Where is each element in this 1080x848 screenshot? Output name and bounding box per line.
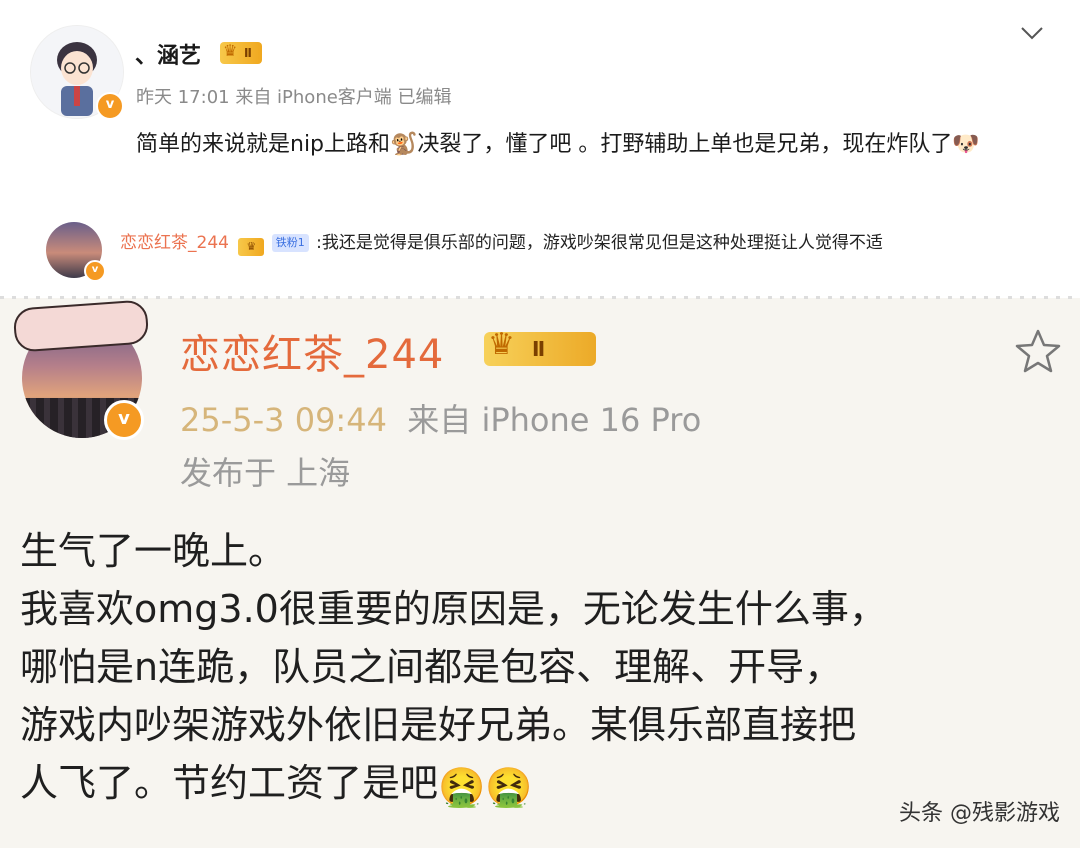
comment-text: :我还是觉得是俱乐部的问题，游戏吵架很常见但是这种处理挺让人觉得不适: [316, 233, 883, 253]
verified-icon: v: [84, 260, 106, 282]
star-icon[interactable]: [1014, 328, 1062, 385]
vomit-emoji-icon: 🤮🤮: [438, 765, 533, 809]
post-source: 来自 iPhone 16 Pro: [407, 401, 702, 439]
crown-icon: ♛: [238, 238, 265, 256]
verified-icon: v: [96, 92, 124, 120]
divider: [0, 296, 1080, 299]
screenshot-meta: 25-5-3 09:44 来自 iPhone 16 Pro: [180, 395, 701, 441]
level-badge: ♛ Ⅱ: [220, 41, 262, 64]
comment: 恋恋红茶_244 ♛ 铁粉1 :我还是觉得是俱乐部的问题，游戏吵架很常见但是这种…: [120, 226, 1070, 260]
watermark: 头条 @残影游戏: [899, 801, 1060, 826]
text-line: 生气了一晚上。: [20, 529, 287, 573]
screenshot-text: 生气了一晚上。 我喜欢omg3.0很重要的原因是，无论发生什么事， 哪怕是n连跪…: [20, 522, 1070, 816]
text-line: 我喜欢omg3.0很重要的原因是，无论发生什么事，: [20, 587, 887, 631]
text-line: 游戏内吵架游戏外依旧是好兄弟。某俱乐部直接把: [20, 703, 857, 747]
post-username[interactable]: 、涵艺: [135, 38, 201, 70]
comment-username[interactable]: 恋恋红茶_244: [120, 233, 229, 253]
chevron-down-icon[interactable]: [1020, 22, 1044, 46]
text-line: 哪怕是n连跪，队员之间都是包容、理解、开导，: [20, 645, 843, 689]
crown-icon: ♛: [223, 41, 238, 60]
post-time: 25-5-3 09:44: [180, 401, 387, 439]
fan-badge: 铁粉1: [271, 234, 309, 252]
post-meta: 昨天 17:01 来自 iPhone客户端 已编辑: [136, 87, 452, 108]
post-location: 发布于 上海: [180, 454, 351, 492]
crown-icon: ♛: [488, 327, 515, 362]
level-badge: ♛ Ⅱ: [484, 328, 596, 366]
avatar-decoration: [12, 299, 150, 353]
verified-icon: v: [104, 400, 144, 440]
screenshot-username: 恋恋红茶_244: [180, 332, 445, 378]
post-text: 简单的来说就是nip上路和🐒决裂了，懂了吧 。打野辅助上单也是兄弟，现在炸队了🐶: [136, 132, 980, 157]
